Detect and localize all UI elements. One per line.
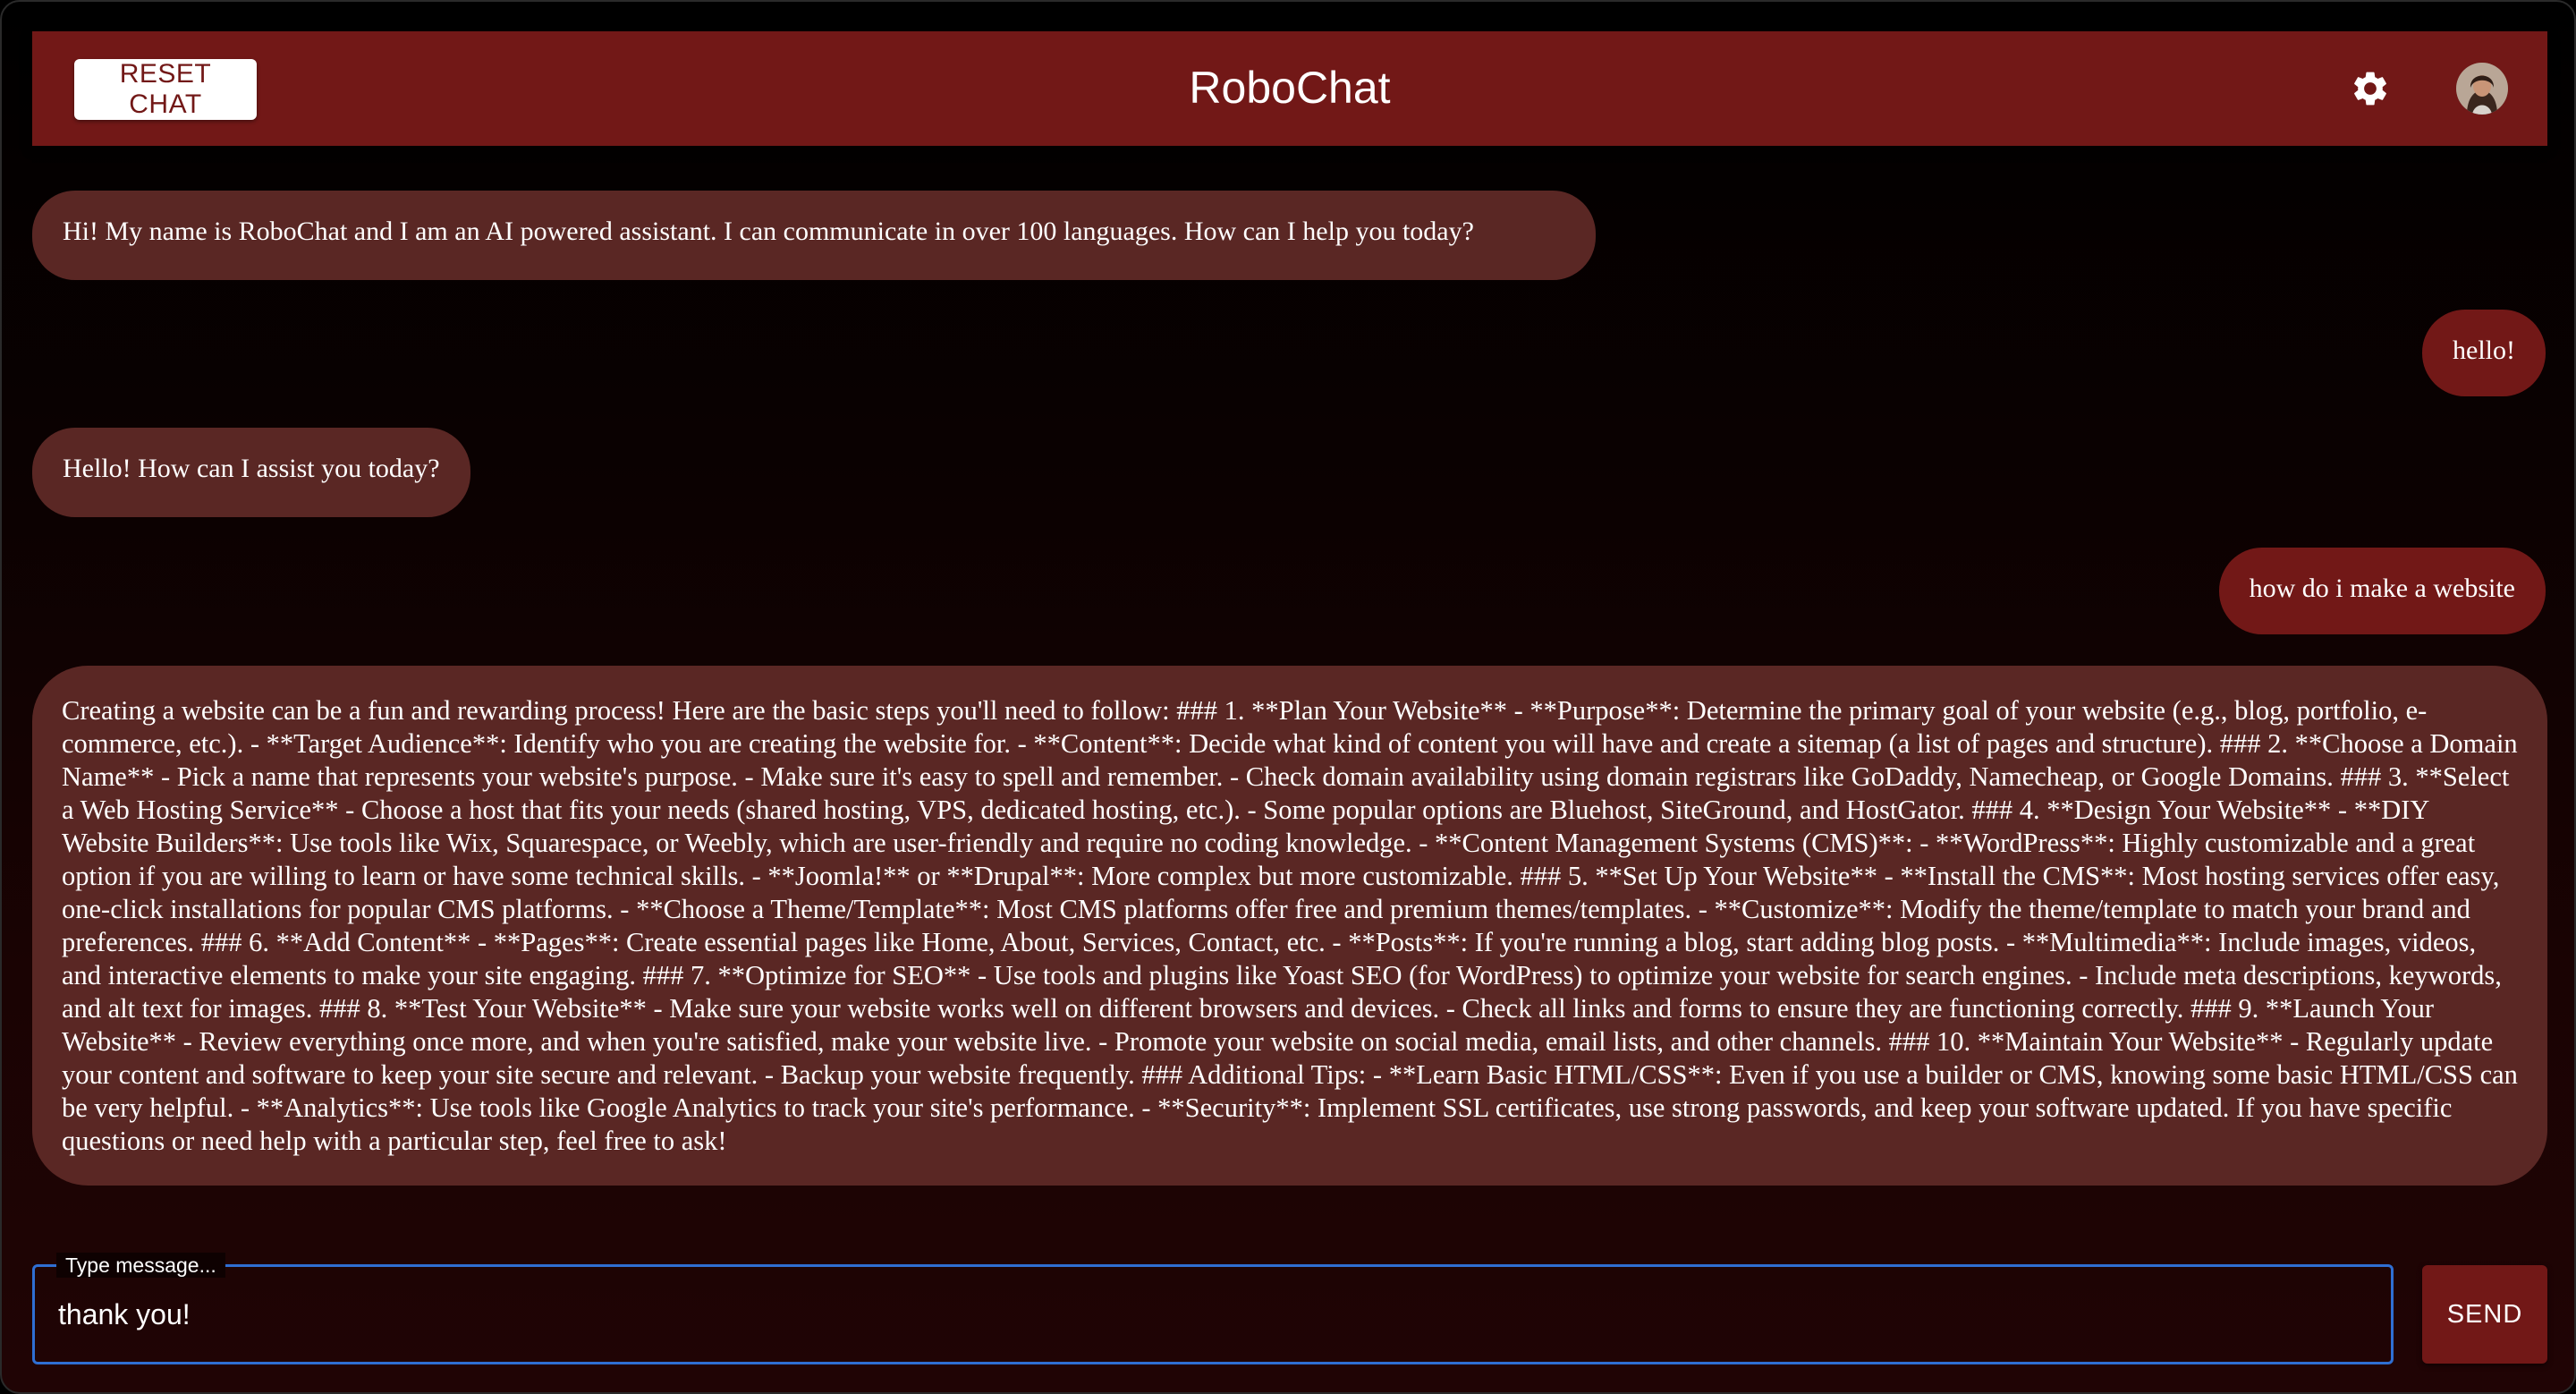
message-bot: Creating a website can be a fun and rewa… (32, 666, 2547, 1186)
app-title: RoboChat (1189, 63, 1391, 113)
message-user: hello! (2422, 310, 2546, 396)
message-input[interactable] (56, 1287, 2368, 1342)
chat-app-window: RESET CHAT RoboChat Hi! My name is RoboC… (0, 0, 2576, 1394)
message-user: how do i make a website (2218, 548, 2546, 634)
user-avatar[interactable] (2456, 63, 2508, 115)
message-input-field[interactable]: Type message... (32, 1253, 2394, 1364)
message-input-label: Type message... (56, 1253, 225, 1278)
message-bot: Hi! My name is RoboChat and I am an AI p… (32, 191, 1596, 280)
send-button[interactable]: SEND (2422, 1265, 2547, 1364)
app-header: RESET CHAT RoboChat (32, 31, 2547, 146)
gear-icon[interactable] (2350, 68, 2391, 109)
message-bot: Hello! How can I assist you today? (32, 428, 470, 517)
